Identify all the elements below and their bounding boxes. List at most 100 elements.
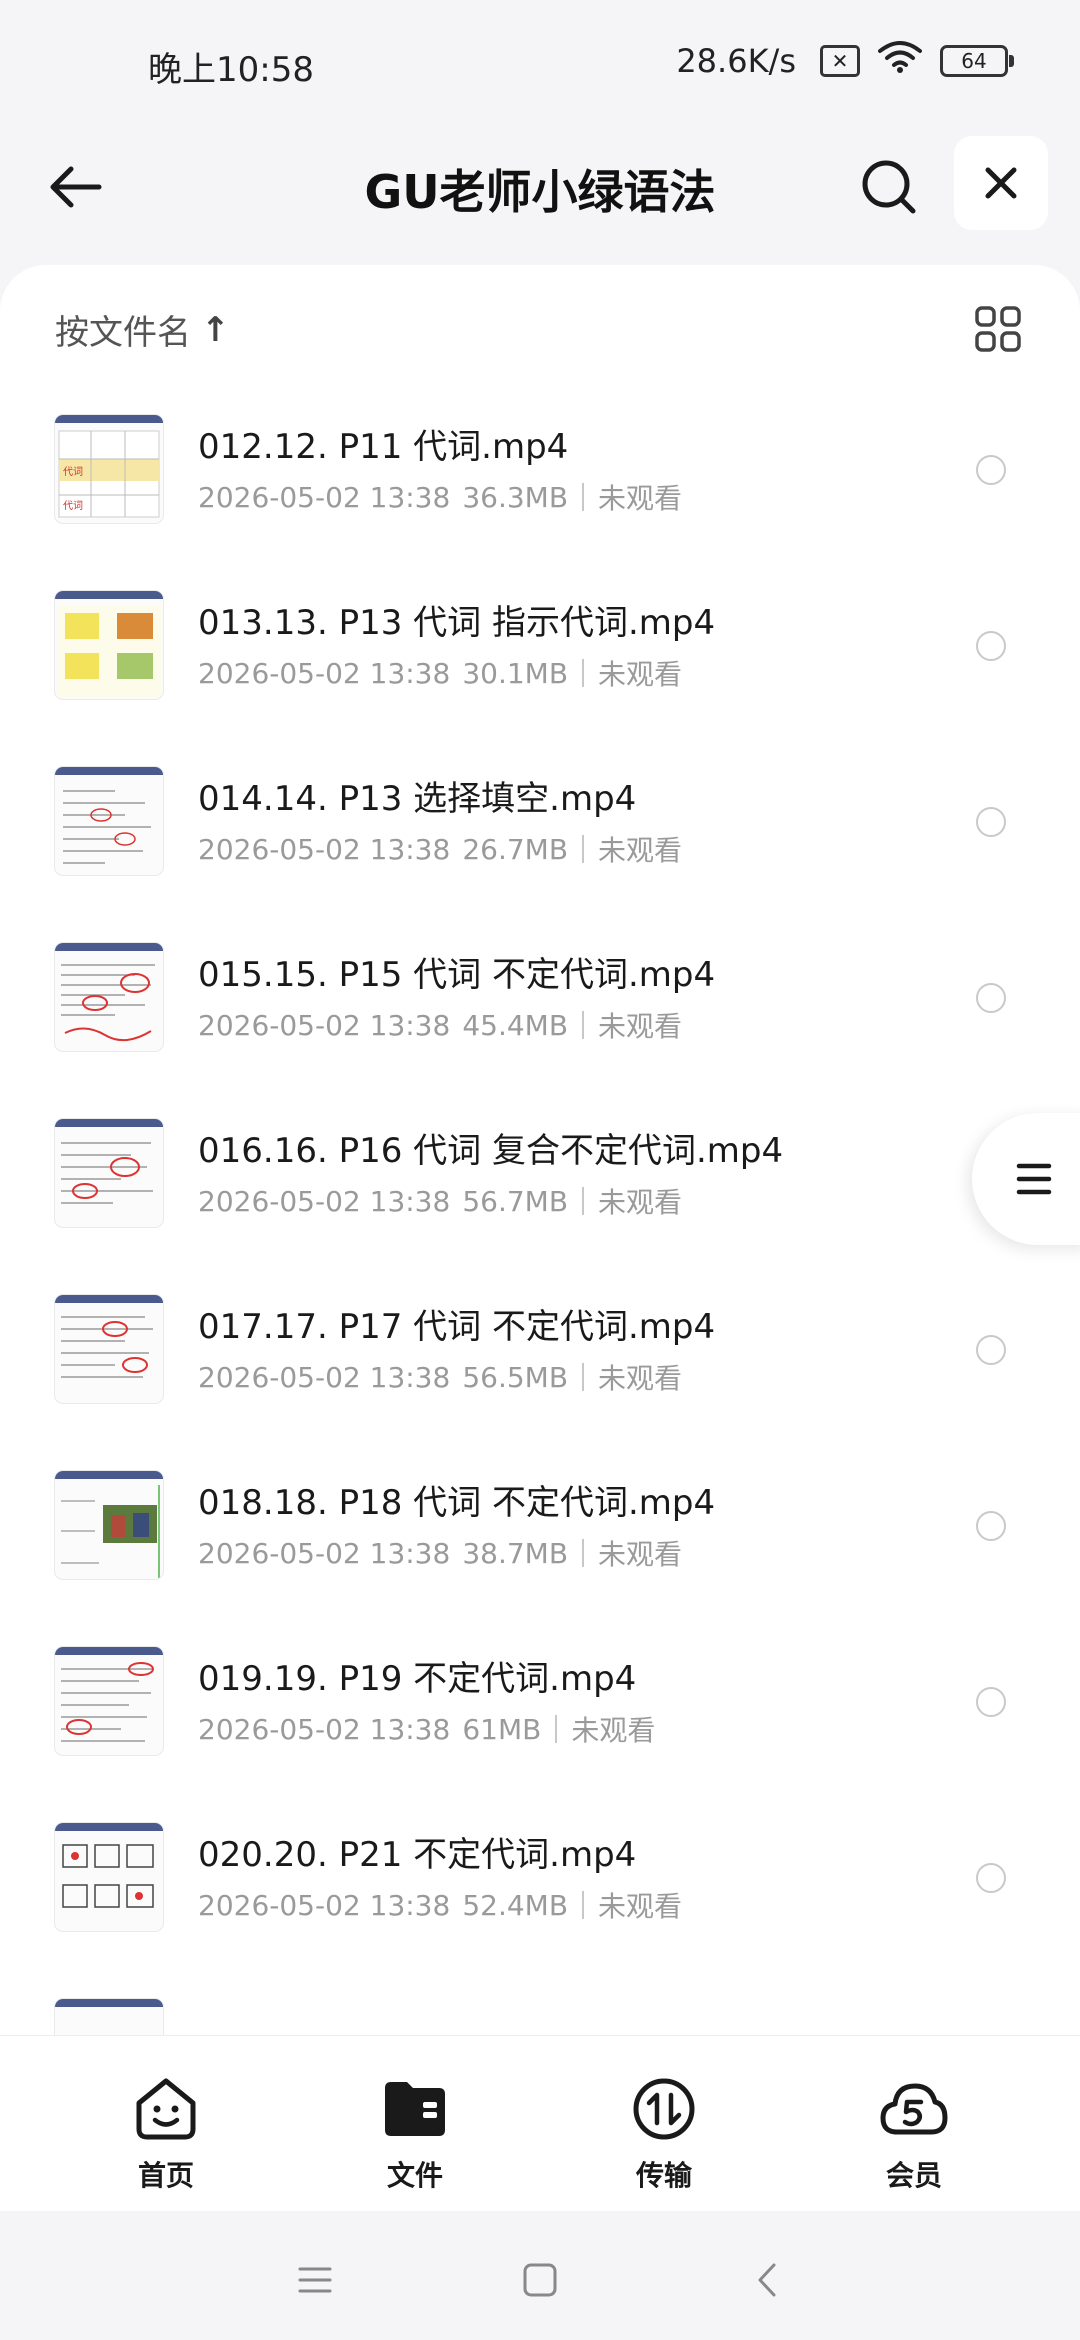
file-list-panel: 按文件名 ↑ 代词 代词 012.12. P11 代词.mp4 2026-05-… xyxy=(0,265,1080,2035)
menu-lines-icon xyxy=(1016,1163,1052,1195)
video-thumbnail xyxy=(55,1471,163,1579)
nav-vip-label: 会员 xyxy=(885,2159,942,2192)
battery-icon: 64 xyxy=(940,45,1014,77)
select-radio[interactable] xyxy=(976,983,1006,1013)
video-thumbnail xyxy=(55,1647,163,1755)
recents-button[interactable] xyxy=(290,2255,340,2305)
file-name: 012.12. P11 代词.mp4 xyxy=(198,427,569,467)
file-row[interactable]: 013.13. P13 代词 指示代词.mp4 2026-05-02 13:38… xyxy=(0,591,1080,767)
select-radio[interactable] xyxy=(976,1863,1006,1893)
file-date: 2026-05-02 13:38 xyxy=(198,1008,451,1042)
file-row[interactable]: 018.18. P18 代词 不定代词.mp4 2026-05-02 13:38… xyxy=(0,1471,1080,1647)
file-meta: 2026-05-02 13:38 38.7MB 未观看 xyxy=(198,1533,682,1573)
divider xyxy=(582,1539,585,1567)
wifi-icon xyxy=(878,40,922,82)
file-size: 26.7MB xyxy=(462,832,569,866)
grid-view-icon xyxy=(975,306,1021,352)
network-speed: 28.6K/s xyxy=(676,42,796,80)
divider xyxy=(582,1363,585,1391)
file-meta: 2026-05-02 13:38 56.5MB 未观看 xyxy=(198,1357,682,1397)
file-name: 017.17. P17 代词 不定代词.mp4 xyxy=(198,1307,716,1347)
video-thumbnail xyxy=(55,943,163,1051)
status-bar: 晚上10:58 28.6K/s ✕ 64 xyxy=(0,0,1080,130)
search-button[interactable] xyxy=(852,150,926,224)
file-meta: 2026-05-02 13:38 56.7MB 未观看 xyxy=(198,1181,682,1221)
nav-home[interactable]: 首页 xyxy=(86,2074,246,2204)
svg-text:代词: 代词 xyxy=(63,466,83,478)
select-radio[interactable] xyxy=(976,631,1006,661)
file-name: 015.15. P15 代词 不定代词.mp4 xyxy=(198,955,716,995)
file-date: 2026-05-02 13:38 xyxy=(198,1184,451,1218)
video-thumbnail xyxy=(55,1119,163,1227)
file-size: 36.3MB xyxy=(462,480,569,514)
sort-label: 按文件名 xyxy=(55,313,191,353)
video-thumbnail xyxy=(55,1823,163,1931)
chevron-left-icon xyxy=(758,2263,776,2297)
bottom-nav: 首页 文件 传输 会员 xyxy=(0,2035,1080,2211)
status-indicators: 28.6K/s ✕ 64 xyxy=(676,40,1014,82)
watch-status: 未观看 xyxy=(598,482,683,515)
file-size: 45.4MB xyxy=(462,1008,569,1042)
video-thumbnail: 代词 代词 xyxy=(55,415,163,523)
file-meta: 2026-05-02 13:38 30.1MB 未观看 xyxy=(198,653,682,693)
file-size: 56.7MB xyxy=(462,1184,569,1218)
home-button[interactable] xyxy=(515,2255,565,2305)
file-meta: 2026-05-02 13:38 26.7MB 未观看 xyxy=(198,829,682,869)
file-row[interactable]: 014.14. P13 选择填空.mp4 2026-05-02 13:38 26… xyxy=(0,767,1080,943)
file-size: 52.4MB xyxy=(462,1888,569,1922)
watch-status: 未观看 xyxy=(598,1010,683,1043)
file-name: 016.16. P16 代词 复合不定代词.mp4 xyxy=(198,1131,784,1171)
nav-files[interactable]: 文件 xyxy=(335,2074,495,2204)
file-row[interactable]: 019.19. P19 不定代词.mp4 2026-05-02 13:38 61… xyxy=(0,1647,1080,1823)
close-icon xyxy=(985,167,1017,199)
file-date: 2026-05-02 13:38 xyxy=(198,1536,451,1570)
divider xyxy=(582,483,585,511)
menu-icon xyxy=(298,2267,332,2293)
select-radio[interactable] xyxy=(976,455,1006,485)
watch-status: 未观看 xyxy=(598,1186,683,1219)
nav-vip[interactable]: 会员 xyxy=(834,2074,994,2204)
watch-status: 未观看 xyxy=(598,1538,683,1571)
nav-transfer[interactable]: 传输 xyxy=(584,2074,744,2204)
file-date: 2026-05-02 13:38 xyxy=(198,832,451,866)
system-back-button[interactable] xyxy=(742,2255,792,2305)
no-sim-icon: ✕ xyxy=(820,45,860,77)
select-radio[interactable] xyxy=(976,1511,1006,1541)
video-thumbnail xyxy=(55,1295,163,1403)
nav-home-label: 首页 xyxy=(137,2159,194,2192)
select-radio[interactable] xyxy=(976,1335,1006,1365)
folder-icon xyxy=(380,2074,450,2144)
file-row[interactable]: 代词 代词 012.12. P11 代词.mp4 2026-05-02 13:3… xyxy=(0,415,1080,591)
select-radio[interactable] xyxy=(976,1687,1006,1717)
search-icon xyxy=(862,160,916,214)
file-meta: 2026-05-02 13:38 45.4MB 未观看 xyxy=(198,1005,682,1045)
file-row[interactable]: 016.16. P16 代词 复合不定代词.mp4 2026-05-02 13:… xyxy=(0,1119,1080,1295)
divider xyxy=(582,659,585,687)
close-button[interactable] xyxy=(954,136,1048,230)
sort-arrow-icon: ↑ xyxy=(201,309,230,350)
grid-view-button[interactable] xyxy=(970,301,1026,357)
watch-status: 未观看 xyxy=(571,1714,656,1747)
video-thumbnail xyxy=(55,591,163,699)
file-meta: 2026-05-02 13:38 61MB 未观看 xyxy=(198,1709,655,1749)
sort-selector[interactable]: 按文件名 ↑ xyxy=(55,305,230,354)
sort-bar: 按文件名 ↑ xyxy=(0,265,1080,385)
file-row[interactable]: 020.20. P21 不定代词.mp4 2026-05-02 13:38 52… xyxy=(0,1823,1080,1999)
divider xyxy=(582,1891,585,1919)
file-size: 56.5MB xyxy=(462,1360,569,1394)
file-size: 30.1MB xyxy=(462,656,569,690)
file-row-partial[interactable] xyxy=(0,1999,1080,2035)
file-name: 018.18. P18 代词 不定代词.mp4 xyxy=(198,1483,716,1523)
select-radio[interactable] xyxy=(976,807,1006,837)
divider xyxy=(582,1011,585,1039)
watch-status: 未观看 xyxy=(598,1890,683,1923)
file-date: 2026-05-02 13:38 xyxy=(198,656,451,690)
file-row[interactable]: 015.15. P15 代词 不定代词.mp4 2026-05-02 13:38… xyxy=(0,943,1080,1119)
file-date: 2026-05-02 13:38 xyxy=(198,1712,451,1746)
file-row[interactable]: 017.17. P17 代词 不定代词.mp4 2026-05-02 13:38… xyxy=(0,1295,1080,1471)
file-name: 019.19. P19 不定代词.mp4 xyxy=(198,1659,637,1699)
file-size: 61MB xyxy=(462,1712,542,1746)
home-face-icon xyxy=(131,2074,201,2144)
system-navigation-bar xyxy=(0,2211,1080,2340)
square-icon xyxy=(523,2263,557,2297)
